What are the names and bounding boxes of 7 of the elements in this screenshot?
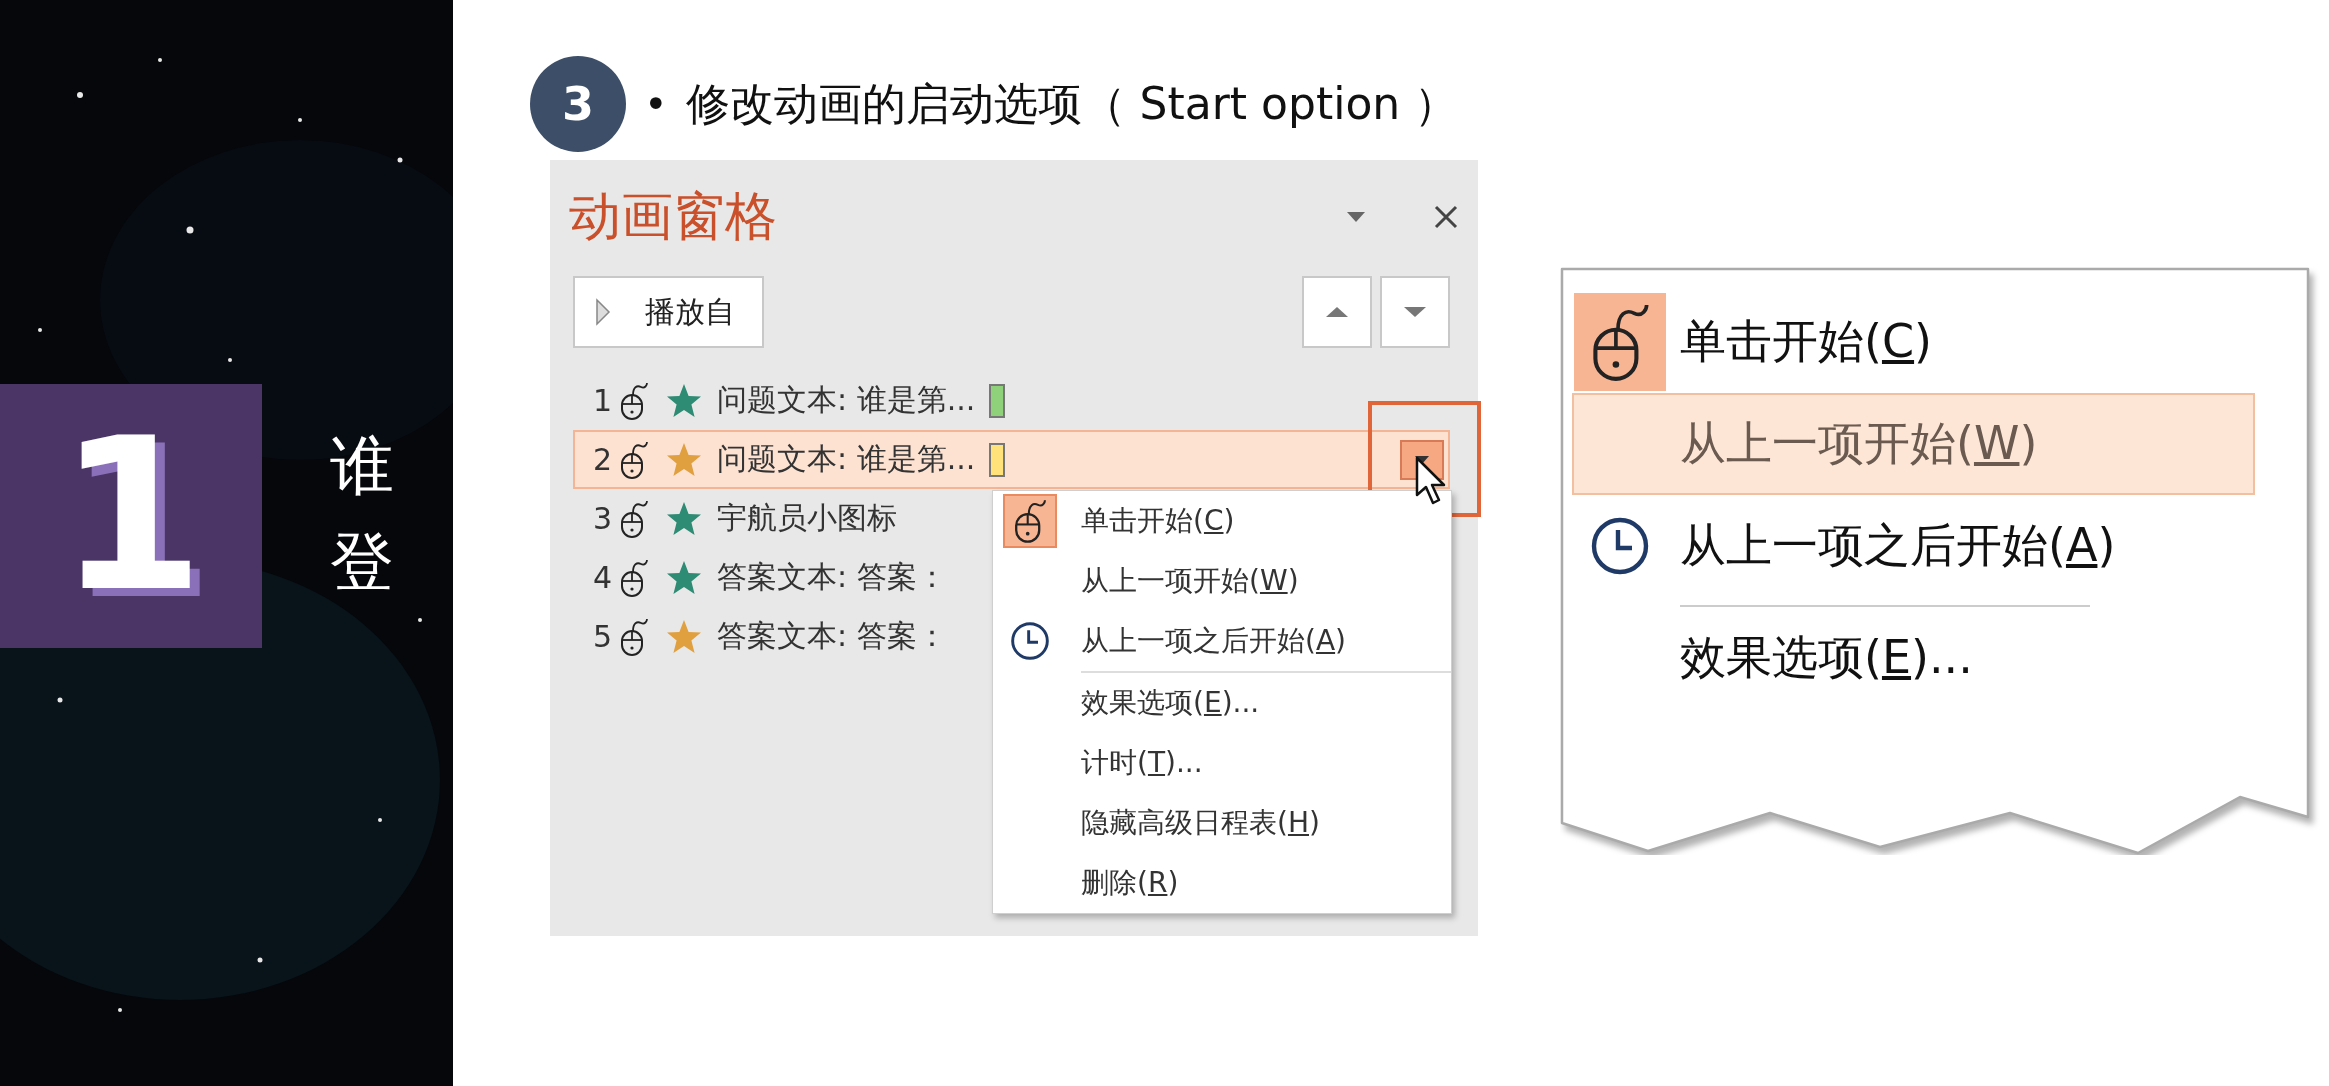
bullet: • xyxy=(644,81,668,127)
slide-title: 谁 xyxy=(330,428,394,505)
step-badge: 3 xyxy=(530,56,626,152)
step-heading: 修改动画的启动选项（ Start option ） xyxy=(685,76,1459,131)
pane-title: 动画窗格 xyxy=(569,185,778,248)
slide-title: 登 xyxy=(330,524,394,601)
slide-number: 1 xyxy=(57,411,205,621)
